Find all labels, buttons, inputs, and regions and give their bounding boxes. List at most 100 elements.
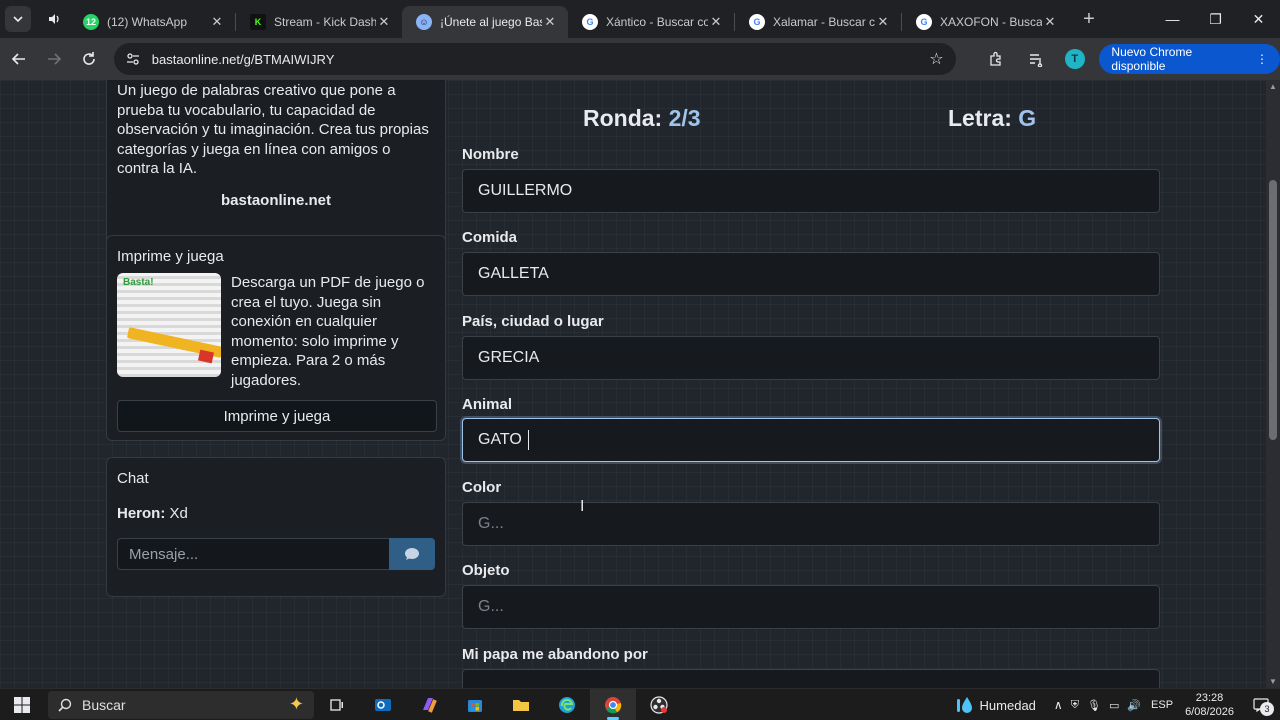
- objeto-input[interactable]: G...: [462, 585, 1160, 629]
- security-shield-icon[interactable]: ⛨: [1071, 699, 1079, 712]
- store-app[interactable]: [452, 689, 498, 720]
- site-settings-icon[interactable]: [126, 52, 140, 66]
- file-explorer-app[interactable]: [498, 689, 544, 720]
- scroll-up-icon[interactable]: ▲: [1266, 82, 1280, 91]
- google-icon: G: [916, 14, 932, 30]
- taskbar-search-box[interactable]: Buscar ✦: [48, 690, 314, 719]
- chat-text: Xd: [169, 505, 188, 522]
- field-value: GALLETA: [478, 265, 549, 282]
- forward-button[interactable]: [37, 42, 70, 76]
- scroll-down-icon[interactable]: ▼: [1266, 677, 1280, 686]
- media-queue-icon: [1029, 54, 1042, 67]
- tab-whatsapp[interactable]: 12 (12) WhatsApp ✕: [69, 6, 235, 38]
- close-icon[interactable]: ✕: [376, 14, 392, 30]
- chat-author: Heron:: [117, 505, 166, 522]
- notification-badge: 3: [1260, 702, 1274, 716]
- profile-button[interactable]: T: [1058, 42, 1091, 76]
- extensions-button[interactable]: [980, 42, 1013, 76]
- pencil-tip-icon: [198, 349, 214, 364]
- field-value: GRECIA: [478, 349, 540, 366]
- tab-kick[interactable]: K Stream - Kick Dashb ✕: [236, 6, 402, 38]
- outlook-app[interactable]: [360, 689, 406, 720]
- letter-label: Letra:: [948, 105, 1012, 131]
- field-value: GUILLERMO: [478, 182, 573, 199]
- minimize-icon[interactable]: —: [1151, 0, 1194, 38]
- start-button[interactable]: [0, 689, 44, 720]
- close-icon[interactable]: ✕: [875, 14, 891, 30]
- copilot-app[interactable]: [406, 689, 452, 720]
- notifications-button[interactable]: 3: [1246, 698, 1276, 716]
- animal-input[interactable]: GATO: [462, 418, 1160, 462]
- tab-search-button[interactable]: [5, 6, 31, 32]
- obs-icon: [650, 695, 668, 714]
- windows-taskbar: Buscar ✦ Humedad ∧ ⛨ 🎙 ▭ 🔊 ESP 23:28 6/0…: [0, 688, 1280, 720]
- weather-widget[interactable]: Humedad: [956, 695, 1036, 715]
- close-icon[interactable]: ✕: [708, 14, 724, 30]
- chrome-update-button[interactable]: Nuevo Chrome disponible ⋮: [1099, 44, 1280, 74]
- page-scrollbar[interactable]: ▲ ▼: [1266, 80, 1280, 688]
- address-bar[interactable]: bastaonline.net/g/BTMAIWIJRY ☆: [113, 43, 956, 75]
- round-value: 2/3: [668, 105, 701, 131]
- basta-logo-icon: Basta!: [123, 277, 154, 288]
- letter-indicator: Letra: G: [948, 105, 1036, 132]
- print-thumbnail: Basta!: [117, 273, 221, 377]
- whatsapp-icon: 12: [83, 14, 99, 30]
- tab-title: XAXOFON - Buscar: [940, 15, 1042, 29]
- chevron-up-icon[interactable]: ∧: [1054, 698, 1063, 712]
- tab-xaxofon[interactable]: G XAXOFON - Buscar ✕: [902, 6, 1068, 38]
- tab-basta[interactable]: ☺ ¡Únete al juego Bast ✕: [402, 6, 568, 38]
- obs-app[interactable]: [636, 689, 682, 720]
- text-caret: [528, 430, 530, 450]
- chevron-down-icon: [13, 16, 23, 23]
- clock-time: 23:28: [1195, 692, 1224, 704]
- color-input[interactable]: G...: [462, 502, 1160, 546]
- avatar: T: [1064, 49, 1085, 69]
- field-label-comida: Comida: [462, 229, 518, 246]
- tab-title: (12) WhatsApp: [107, 15, 188, 29]
- round-indicator: Ronda: 2/3: [583, 105, 701, 132]
- mi-papa-input[interactable]: [462, 669, 1160, 688]
- new-tab-button[interactable]: +: [1074, 4, 1104, 34]
- bookmark-star-icon[interactable]: ☆: [929, 49, 943, 69]
- microphone-icon[interactable]: 🎙: [1087, 699, 1101, 712]
- chat-card: Chat Heron: Xd Mensaje...: [106, 457, 446, 597]
- media-controls-button[interactable]: [1019, 42, 1052, 76]
- volume-icon[interactable]: 🔊: [1127, 699, 1141, 712]
- windows-logo-icon: [14, 696, 30, 713]
- edge-icon: [559, 696, 575, 713]
- print-card: Imprime y juega Basta! Descarga un PDF d…: [106, 235, 446, 441]
- print-and-play-button[interactable]: Imprime y juega: [117, 400, 437, 432]
- nombre-input[interactable]: GUILLERMO: [462, 169, 1160, 213]
- tab-xantico[interactable]: G Xántico - Buscar co ✕: [568, 6, 734, 38]
- tab-title: Xalamar - Buscar co: [773, 15, 875, 29]
- field-value: GATO: [478, 431, 527, 448]
- arrow-right-icon: [47, 53, 62, 65]
- kebab-menu-icon: ⋮: [1256, 52, 1269, 66]
- chat-heading: Chat: [117, 470, 149, 487]
- scrollbar-thumb[interactable]: [1269, 180, 1277, 440]
- field-label-animal: Animal: [462, 396, 513, 413]
- maximize-icon[interactable]: ❐: [1194, 0, 1237, 38]
- language-indicator[interactable]: ESP: [1151, 699, 1173, 711]
- clock[interactable]: 23:28 6/08/2026: [1185, 691, 1234, 719]
- edge-app[interactable]: [544, 689, 590, 720]
- close-icon[interactable]: ✕: [542, 14, 558, 30]
- back-button[interactable]: [2, 42, 35, 76]
- close-icon[interactable]: ✕: [209, 14, 225, 30]
- weather-label: Humedad: [979, 697, 1036, 713]
- chat-message-input[interactable]: Mensaje...: [117, 538, 390, 570]
- chat-send-button[interactable]: [389, 538, 435, 570]
- task-view-button[interactable]: [314, 689, 360, 720]
- close-icon[interactable]: ✕: [1042, 14, 1058, 30]
- audio-tab[interactable]: [39, 4, 69, 34]
- close-window-icon[interactable]: ✕: [1237, 0, 1280, 38]
- tab-xalamar[interactable]: G Xalamar - Buscar co ✕: [735, 6, 901, 38]
- field-placeholder: G...: [478, 515, 504, 532]
- pais-ciudad-lugar-input[interactable]: GRECIA: [462, 336, 1160, 380]
- chrome-app[interactable]: [590, 688, 636, 720]
- reload-button[interactable]: [73, 42, 106, 76]
- comida-input[interactable]: GALLETA: [462, 252, 1160, 296]
- network-icon[interactable]: ▭: [1109, 699, 1119, 712]
- basta-icon: ☺: [416, 14, 432, 30]
- chrome-icon: [605, 696, 622, 713]
